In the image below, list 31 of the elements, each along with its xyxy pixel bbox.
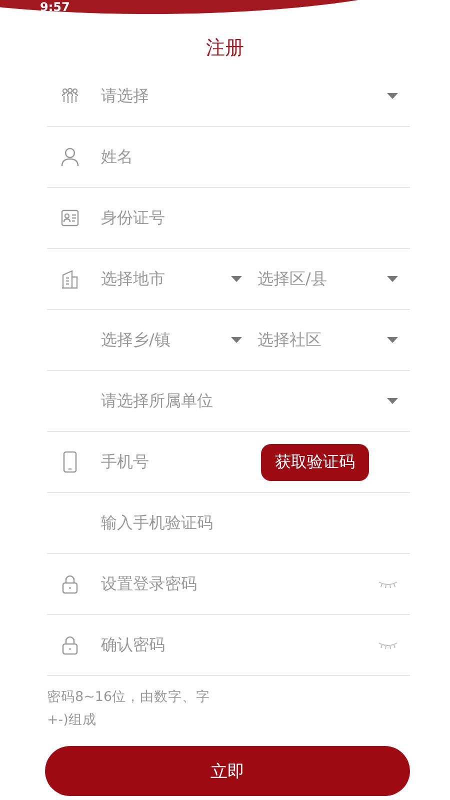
dropdown-caret-icon[interactable]: [230, 276, 242, 282]
phone-icon: [63, 451, 77, 473]
input-field[interactable]: 请选择: [101, 86, 149, 106]
submit-button[interactable]: 立即: [45, 746, 410, 796]
dropdown-caret-icon[interactable]: [387, 276, 398, 282]
input-field[interactable]: 设置登录密码: [101, 574, 197, 594]
lock-icon: [62, 574, 78, 594]
input-field[interactable]: 输入手机验证码: [101, 512, 213, 534]
person-icon: [61, 147, 79, 167]
lock-icon: [62, 635, 78, 655]
status-time: 9:57: [40, 0, 70, 14]
get-code-button[interactable]: 获取验证码: [261, 444, 369, 480]
building-icon: [61, 269, 79, 289]
input-field[interactable]: 确认密码: [101, 634, 165, 656]
dropdown-caret-icon[interactable]: [387, 337, 398, 343]
id-card-icon: [61, 209, 79, 227]
page-title: 注册: [205, 36, 245, 61]
password-hint: +-)组成: [47, 711, 98, 730]
input-field[interactable]: 身份证号: [101, 208, 165, 228]
input-field[interactable]: 手机号: [101, 452, 261, 472]
dropdown-caret-icon[interactable]: [387, 398, 398, 404]
input-field[interactable]: 请选择所属单位: [101, 390, 213, 412]
input-field[interactable]: 选择乡/镇: [101, 330, 170, 350]
input-field[interactable]: 姓名: [101, 146, 133, 168]
input-field[interactable]: 选择社区: [258, 330, 322, 350]
dropdown-caret-icon[interactable]: [230, 337, 242, 343]
dropdown-caret-icon[interactable]: [387, 93, 398, 99]
password-hint: 密码8~16位，由数字、字: [47, 688, 212, 707]
input-field[interactable]: 选择区/县: [258, 268, 327, 290]
people-icon: [61, 87, 79, 105]
input-field[interactable]: 选择地市: [101, 268, 165, 290]
